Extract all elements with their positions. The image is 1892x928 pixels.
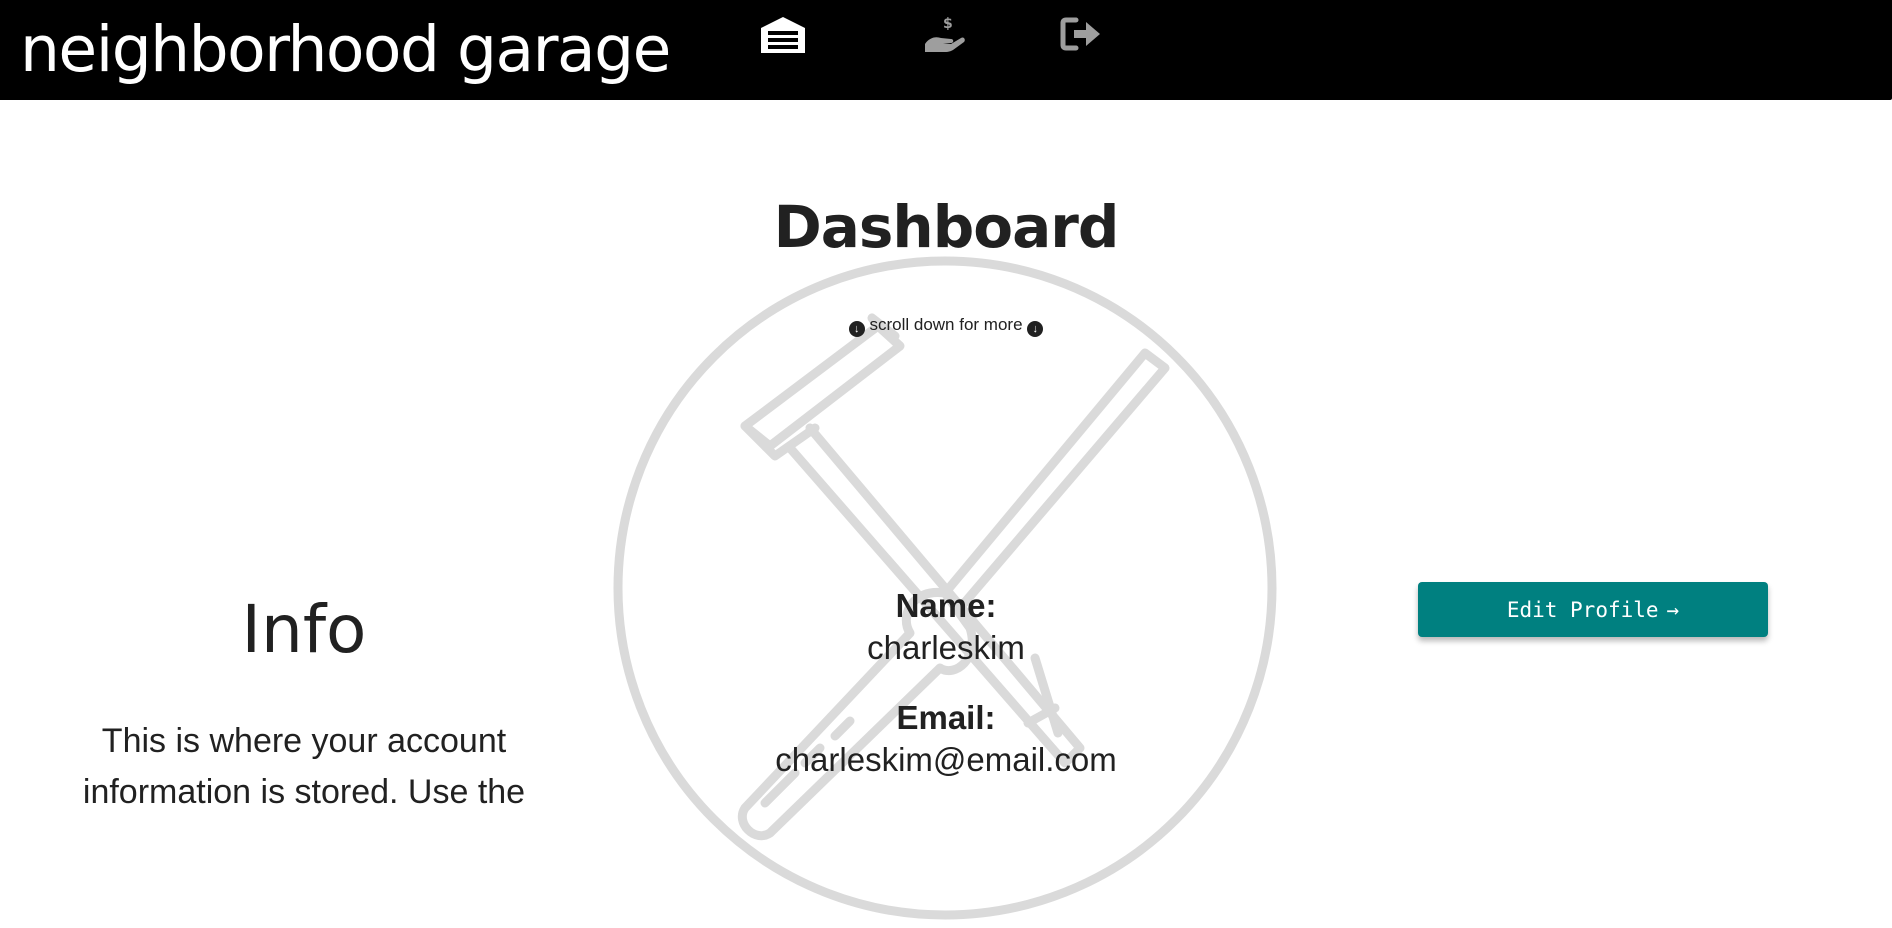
page-title: Dashboard [773,193,1120,261]
scroll-hint: ↓ scroll down for more ↓ [0,314,1892,337]
dashboard-main: Dashboard ↓ scroll down for more ↓ Info … [0,100,1892,920]
svg-text:$: $ [943,16,953,32]
edit-profile-label: Edit Profile [1506,597,1659,622]
arrow-right-icon: → [1666,597,1680,622]
hammer-screwdriver-logo-icon [613,256,1277,920]
circle-arrow-down-icon: ↓ [848,321,865,337]
sign-out-icon[interactable] [1057,12,1107,56]
scroll-hint-text: scroll down for more [869,315,1023,334]
email-label: Email: [896,699,996,736]
hand-dollar-icon[interactable]: $ [920,12,970,56]
garage-icon[interactable] [758,12,808,56]
brand-logo-link[interactable]: neighborhood garage [20,10,671,90]
edit-profile-button[interactable]: Edit Profile → [1418,582,1768,637]
navbar: neighborhood garage $ [0,0,1892,100]
circle-arrow-down-icon: ↓ [1027,321,1044,337]
email-value: charleskim@email.com [775,741,1117,778]
